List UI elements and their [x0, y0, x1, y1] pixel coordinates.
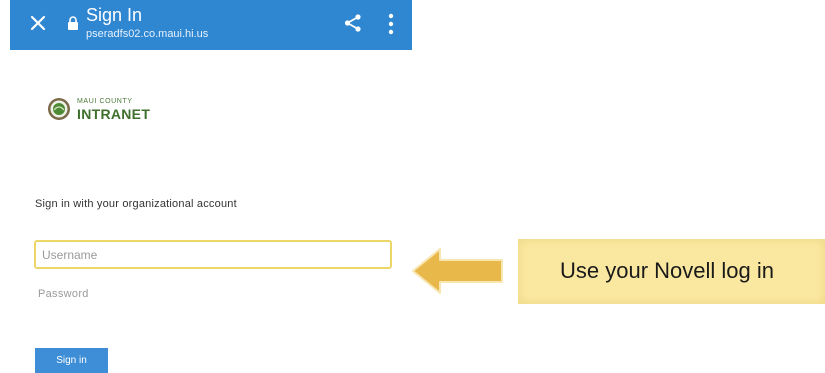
lock-icon	[68, 16, 78, 30]
logo-subtitle: MAUI COUNTY	[77, 98, 133, 105]
username-input[interactable]	[34, 240, 392, 269]
logo-title: INTRANET	[77, 106, 151, 122]
more-options-icon[interactable]	[388, 13, 394, 35]
url-text[interactable]: pseradfs02.co.maui.hi.us	[86, 28, 208, 41]
page-title: Sign In	[86, 5, 143, 25]
intranet-logo: MAUI COUNTY INTRANET	[47, 97, 187, 127]
sign-in-button[interactable]: Sign in	[35, 348, 108, 373]
county-seal-icon	[48, 98, 70, 120]
password-input[interactable]	[38, 285, 238, 303]
browser-toolbar: Sign In pseradfs02.co.maui.hi.us	[10, 0, 412, 50]
callout-text: Use your Novell log in	[560, 258, 774, 283]
share-icon[interactable]	[343, 13, 363, 33]
arrow-left-icon	[412, 248, 503, 294]
close-icon[interactable]	[28, 13, 48, 33]
form-heading: Sign in with your organizational account	[35, 198, 237, 210]
instruction-callout: Use your Novell log in	[518, 239, 825, 304]
